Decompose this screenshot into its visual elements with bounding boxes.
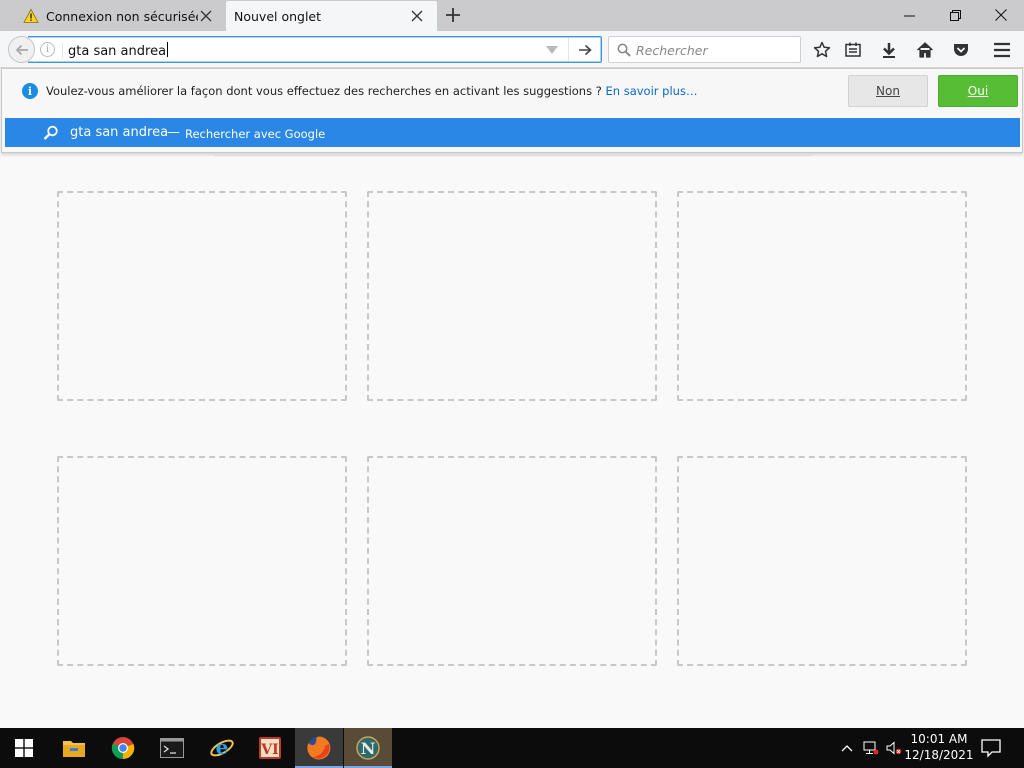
tab-new-tab[interactable]: Nouvel onglet bbox=[226, 1, 437, 31]
clock-date: 12/18/2021 bbox=[904, 748, 974, 762]
empty-tile[interactable] bbox=[367, 191, 657, 401]
learn-more-link[interactable]: En savoir plus… bbox=[606, 84, 698, 98]
notice-text: Voulez-vous améliorer la façon dont vous… bbox=[46, 84, 698, 98]
empty-tile[interactable] bbox=[677, 191, 967, 401]
navigation-toolbar: i gta san andrea Rechercher bbox=[0, 31, 1024, 68]
empty-tile[interactable] bbox=[367, 456, 657, 666]
tab-label: Nouvel onglet bbox=[234, 8, 322, 24]
tab-insecure-connection[interactable]: Connexion non sécurisée bbox=[0, 1, 226, 31]
download-icon[interactable] bbox=[878, 39, 900, 61]
url-suggestions-panel: i Voulez-vous améliorer la façon dont vo… bbox=[1, 68, 1023, 153]
taskbar: e VI N 10:01 AM 12/18/2021 bbox=[0, 728, 1024, 768]
terminal-icon[interactable] bbox=[148, 728, 196, 768]
ie-icon[interactable]: e bbox=[198, 728, 246, 768]
suggestion-separator: — bbox=[167, 125, 180, 140]
clock-time: 10:01 AM bbox=[910, 732, 968, 746]
back-button[interactable] bbox=[8, 36, 35, 63]
accept-button[interactable]: Oui bbox=[938, 75, 1018, 107]
pocket-icon[interactable] bbox=[950, 39, 972, 61]
bookmark-star-icon[interactable] bbox=[811, 39, 833, 61]
info-icon: i bbox=[22, 83, 38, 99]
text-caret bbox=[167, 42, 169, 57]
svg-text:N: N bbox=[361, 739, 376, 758]
suggestion-query: gta san andrea bbox=[70, 125, 169, 140]
search-placeholder: Rechercher bbox=[636, 43, 708, 58]
notification-icon[interactable] bbox=[980, 738, 1002, 758]
empty-tile[interactable] bbox=[57, 456, 347, 666]
close-tab-icon[interactable] bbox=[409, 8, 425, 24]
app-n-icon[interactable]: N bbox=[344, 728, 392, 768]
svg-text:e: e bbox=[216, 735, 229, 759]
menu-icon[interactable] bbox=[991, 39, 1013, 61]
reading-list-icon[interactable] bbox=[842, 39, 864, 61]
divider bbox=[568, 38, 569, 61]
restore-button[interactable] bbox=[932, 0, 978, 30]
volume-muted-icon[interactable] bbox=[886, 740, 902, 756]
search-icon bbox=[617, 43, 631, 57]
divider bbox=[62, 43, 63, 58]
decline-button[interactable]: Non bbox=[848, 75, 928, 107]
vim-icon[interactable]: VI bbox=[246, 728, 294, 768]
svg-text:VI: VI bbox=[260, 742, 278, 758]
search-icon bbox=[43, 125, 59, 141]
warning-icon bbox=[23, 8, 39, 24]
search-bar[interactable]: Rechercher bbox=[608, 36, 801, 63]
close-tab-icon[interactable] bbox=[198, 8, 214, 24]
empty-tile[interactable] bbox=[57, 191, 347, 401]
chrome-icon[interactable] bbox=[99, 728, 147, 768]
windows-start-icon[interactable] bbox=[0, 728, 48, 768]
system-clock[interactable]: 10:01 AM 12/18/2021 bbox=[904, 731, 974, 763]
empty-tile[interactable] bbox=[677, 456, 967, 666]
url-bar[interactable]: i gta san andrea bbox=[28, 36, 602, 63]
firefox-icon[interactable] bbox=[295, 728, 343, 768]
chevron-up-icon[interactable] bbox=[839, 740, 855, 756]
network-icon[interactable] bbox=[863, 740, 879, 756]
close-window-button[interactable] bbox=[978, 0, 1024, 30]
suggestion-row[interactable]: gta san andrea — Rechercher avec Google bbox=[5, 118, 1020, 147]
minimize-button[interactable] bbox=[886, 0, 932, 30]
url-input[interactable]: gta san andrea bbox=[68, 42, 169, 59]
home-icon[interactable] bbox=[914, 39, 936, 61]
dropdown-arrow-icon[interactable] bbox=[545, 44, 559, 56]
tab-label: Connexion non sécurisée bbox=[46, 8, 198, 24]
file-explorer-icon[interactable] bbox=[50, 728, 98, 768]
suggestion-action: Rechercher avec Google bbox=[185, 127, 326, 141]
search-suggestions-notice: i Voulez-vous améliorer la façon dont vo… bbox=[2, 69, 1022, 114]
site-info-icon[interactable]: i bbox=[40, 42, 55, 57]
tab-strip: Connexion non sécurisée Nouvel onglet bbox=[0, 0, 1024, 31]
go-arrow-icon[interactable] bbox=[572, 40, 598, 60]
new-tab-button[interactable] bbox=[443, 5, 463, 25]
